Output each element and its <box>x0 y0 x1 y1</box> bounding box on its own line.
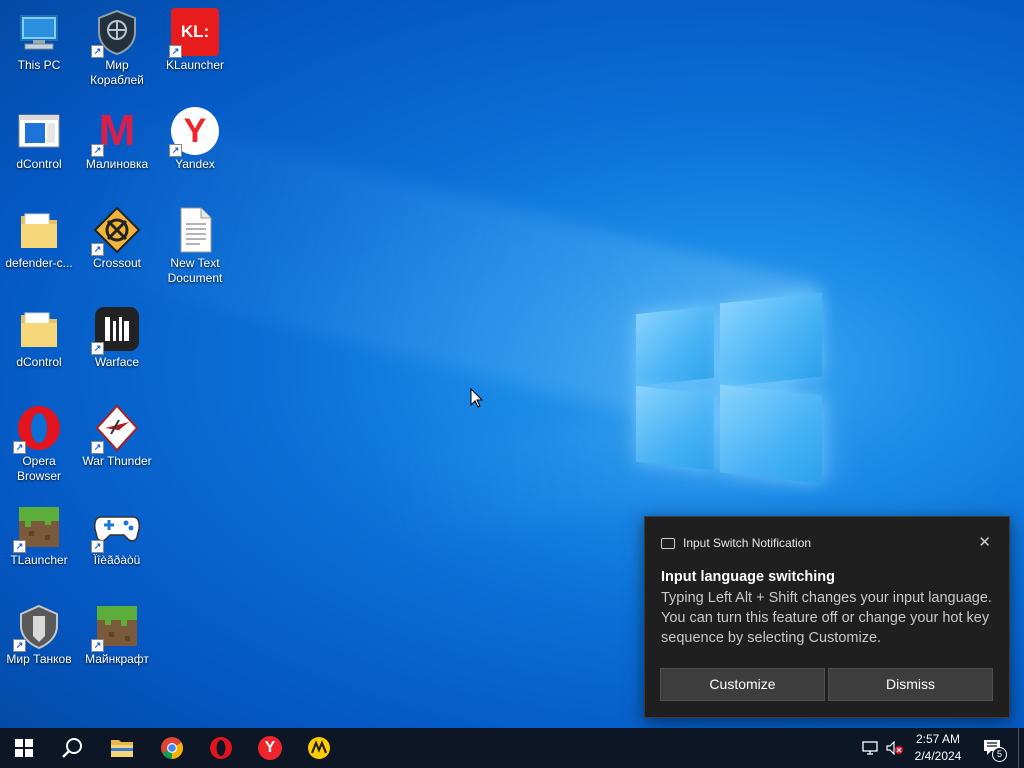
icon-label: Мир Танков <box>6 652 72 666</box>
shortcut-arrow-icon: ↗ <box>13 540 26 553</box>
shortcut-arrow-icon: ↗ <box>91 540 104 553</box>
volume-tray-icon[interactable] <box>884 728 906 768</box>
warface-icon: ↗ <box>91 305 141 355</box>
grass-block-icon: ↗ <box>13 503 63 553</box>
taskbar-opera[interactable] <box>200 728 242 768</box>
icon-label: Ïîèãðàòü <box>93 553 141 567</box>
chrome-icon <box>161 737 183 759</box>
start-button[interactable] <box>4 728 44 768</box>
windows-start-icon <box>15 739 33 757</box>
icon-label: dControl <box>16 157 62 171</box>
dcontrol-window-icon <box>15 107 63 155</box>
icon-label: Майнкрафт <box>85 652 149 666</box>
dismiss-button[interactable]: Dismiss <box>828 668 993 701</box>
desktop-icon-opera-browser[interactable]: ↗ Opera Browser <box>0 400 78 484</box>
folder-icon <box>15 206 63 254</box>
tanks-shield-icon: ↗ <box>13 602 63 652</box>
network-icon <box>862 741 878 755</box>
shortcut-arrow-icon: ↗ <box>91 639 104 652</box>
shortcut-arrow-icon: ↗ <box>91 45 104 58</box>
taskbar: Y 2:57 AM 2/4/2024 5 <box>0 728 1024 768</box>
desktop-icon-yandex[interactable]: Y ↗ Yandex <box>156 103 234 172</box>
icon-label: War Thunder <box>82 454 152 468</box>
icon-label: New Text Document <box>167 256 223 285</box>
yandex-browser-icon: Y ↗ <box>169 107 219 157</box>
desktop-icon-new-text-document[interactable]: New Text Document <box>156 202 234 286</box>
icon-label: TLauncher <box>10 553 68 567</box>
desktop-icon-mir-korabley[interactable]: ↗ Мир Кораблей <box>78 4 156 88</box>
icon-label: defender-c... <box>5 256 73 270</box>
icon-label: This PC <box>17 58 61 72</box>
icon-label: dControl <box>16 355 62 369</box>
icon-label: Yandex <box>175 157 215 171</box>
notification-app-name: Input Switch Notification <box>683 536 812 550</box>
icon-label: KLauncher <box>165 58 225 72</box>
desktop-icon-mir-tankov[interactable]: ↗ Мир Танков <box>0 598 78 667</box>
notification-body: Typing Left Alt + Shift changes your inp… <box>661 590 992 646</box>
action-center-button[interactable]: 5 <box>978 728 1008 768</box>
folder-icon <box>15 305 63 353</box>
text-document-icon <box>171 206 219 254</box>
desktop-icon-defender-folder[interactable]: defender-c... <box>0 202 78 271</box>
gamepad-icon: ↗ <box>91 503 141 553</box>
shortcut-arrow-icon: ↗ <box>169 144 182 157</box>
icon-label: Мир Кораблей <box>90 58 144 87</box>
malinovka-icon: M ↗ <box>91 107 141 157</box>
clock[interactable]: 2:57 AM 2/4/2024 <box>904 731 972 765</box>
input-switch-notification[interactable]: Input Switch Notification ✕ Input langua… <box>644 516 1010 718</box>
taskbar-yandex-market[interactable] <box>298 728 340 768</box>
desktop-icon-malinovka[interactable]: M ↗ Малиновка <box>78 103 156 172</box>
customize-button[interactable]: Customize <box>660 668 825 701</box>
icon-label: Малиновка <box>85 157 149 171</box>
desktop-icon-crossout[interactable]: ↗ Crossout <box>78 202 156 271</box>
notification-count-badge: 5 <box>992 747 1007 762</box>
desktop-icon-play-game[interactable]: ↗ Ïîèãðàòü <box>78 499 156 568</box>
search-icon <box>62 738 82 758</box>
crossout-icon: ↗ <box>91 206 141 256</box>
desktop-icon-this-pc[interactable]: This PC <box>0 4 78 73</box>
grass-block-icon: ↗ <box>91 602 141 652</box>
desktop-icon-warface[interactable]: ↗ Warface <box>78 301 156 370</box>
klauncher-icon: KL: ↗ <box>169 8 219 58</box>
shortcut-arrow-icon: ↗ <box>91 342 104 355</box>
mouse-pointer-icon <box>470 387 484 413</box>
windows-logo-wallpaper <box>636 288 824 484</box>
network-tray-icon[interactable] <box>860 728 880 768</box>
opera-icon: ↗ <box>13 404 63 454</box>
notification-header: Input Switch Notification <box>661 536 811 550</box>
computer-icon <box>15 8 63 56</box>
desktop-icon-minecraft[interactable]: ↗ Майнкрафт <box>78 598 156 667</box>
folder-icon <box>111 740 133 757</box>
shortcut-arrow-icon: ↗ <box>91 144 104 157</box>
keyboard-icon <box>661 538 675 550</box>
icon-label: Opera Browser <box>16 454 61 483</box>
desktop-icon-tlauncher[interactable]: ↗ TLauncher <box>0 499 78 568</box>
opera-icon <box>210 737 232 759</box>
yandex-icon: Y <box>258 736 282 760</box>
taskbar-chrome[interactable] <box>151 728 193 768</box>
desktop-icon-klauncher[interactable]: KL: ↗ KLauncher <box>156 4 234 73</box>
clock-time: 2:57 AM <box>915 732 961 746</box>
volume-muted-icon <box>886 741 903 755</box>
shortcut-arrow-icon: ↗ <box>91 243 104 256</box>
close-icon[interactable]: ✕ <box>978 533 991 551</box>
taskbar-yandex-browser[interactable]: Y <box>249 728 291 768</box>
shortcut-arrow-icon: ↗ <box>13 639 26 652</box>
icon-label: Crossout <box>92 256 142 270</box>
desktop-icon-dcontrol[interactable]: dControl <box>0 103 78 172</box>
war-thunder-icon: ↗ <box>91 404 141 454</box>
icon-label: Warface <box>94 355 140 369</box>
taskbar-file-explorer[interactable] <box>101 728 143 768</box>
notification-title: Input language switching <box>661 569 835 585</box>
shortcut-arrow-icon: ↗ <box>91 441 104 454</box>
show-desktop-button[interactable] <box>1018 728 1019 768</box>
yandex-market-icon <box>308 737 330 759</box>
search-button[interactable] <box>52 728 92 768</box>
ships-shield-icon: ↗ <box>91 8 141 58</box>
clock-date: 2/4/2024 <box>914 749 962 763</box>
shortcut-arrow-icon: ↗ <box>13 441 26 454</box>
desktop-icon-war-thunder[interactable]: ↗ War Thunder <box>78 400 156 469</box>
desktop-icon-dcontrol-folder[interactable]: dControl <box>0 301 78 370</box>
shortcut-arrow-icon: ↗ <box>169 45 182 58</box>
